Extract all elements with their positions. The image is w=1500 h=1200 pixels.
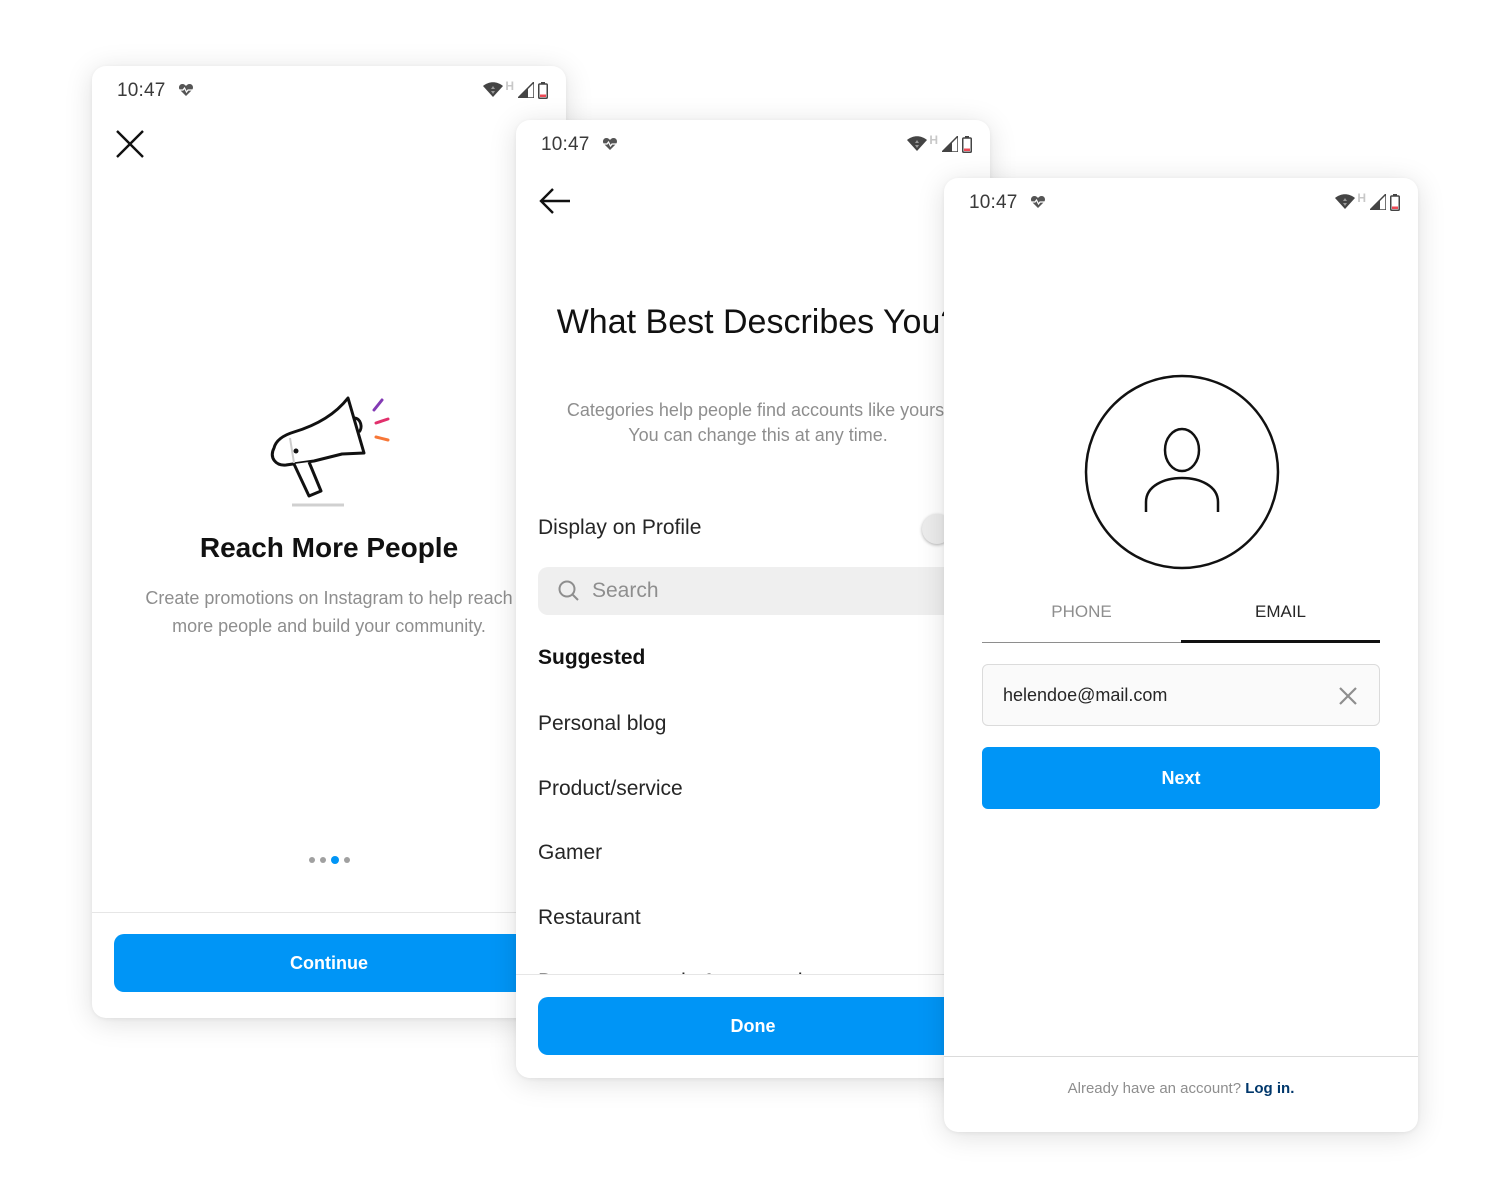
- signal-icon: [942, 136, 958, 152]
- back-arrow-icon[interactable]: [538, 186, 572, 216]
- screen-title: Reach More People: [199, 532, 459, 563]
- signup-method-tabs: PHONE EMAIL: [982, 588, 1380, 643]
- network-type-label: H: [1357, 191, 1366, 205]
- divider: [92, 912, 566, 913]
- display-on-profile-row: Display on Profile: [538, 514, 968, 544]
- category-item[interactable]: Personal blog: [538, 690, 968, 755]
- battery-icon: [962, 135, 972, 153]
- display-on-profile-label: Display on Profile: [538, 516, 702, 539]
- divider: [944, 1056, 1418, 1057]
- heart-rate-icon: [178, 84, 194, 96]
- screen-category-select: 10:47 H What Best Describes You? Categor…: [516, 120, 990, 1078]
- heart-rate-icon: [1030, 196, 1046, 208]
- wifi-icon: [1335, 194, 1356, 209]
- megaphone-icon: [270, 396, 390, 507]
- category-search[interactable]: [538, 567, 978, 615]
- subtitle-line: You can change this at any time.: [628, 425, 888, 445]
- login-link[interactable]: Log in.: [1245, 1080, 1294, 1097]
- heart-rate-icon: [602, 138, 618, 150]
- subtitle-line: Categories help people find accounts lik…: [566, 400, 950, 420]
- close-icon[interactable]: [114, 128, 146, 160]
- page-dot: [319, 857, 326, 863]
- screen-description: Create promotions on Instagram to help r…: [145, 588, 513, 636]
- page-indicator: [92, 856, 566, 864]
- screen-signup-email: 10:47 H PHONE EMAIL Next Already have an…: [944, 178, 1418, 1132]
- screen-reach-more-people: 10:47 H Reach More People Create promoti…: [92, 66, 566, 1018]
- tab-phone[interactable]: PHONE: [982, 588, 1181, 643]
- wifi-icon: [483, 82, 504, 97]
- page-dot: [308, 857, 315, 863]
- profile-placeholder-icon: [1084, 374, 1280, 570]
- category-item[interactable]: Restaurant: [538, 884, 968, 949]
- email-field[interactable]: [982, 664, 1380, 726]
- network-type-label: H: [929, 133, 938, 147]
- email-input[interactable]: [983, 684, 1313, 706]
- status-time: 10:47: [541, 134, 590, 155]
- done-button[interactable]: Done: [538, 997, 968, 1055]
- status-time: 10:47: [969, 192, 1018, 213]
- screen-title: What Best Describes You?: [556, 303, 960, 341]
- status-bar: 10:47 H: [516, 120, 990, 170]
- battery-icon: [1390, 193, 1400, 211]
- login-prompt-text: Already have an account?: [1067, 1080, 1242, 1097]
- battery-icon: [538, 81, 548, 99]
- signal-icon: [1370, 194, 1386, 210]
- continue-button[interactable]: Continue: [114, 934, 544, 992]
- tab-email[interactable]: EMAIL: [1181, 588, 1380, 643]
- screen-subtitle: Categories help people find accounts lik…: [536, 398, 980, 448]
- login-prompt: Already have an account? Log in.: [944, 1080, 1418, 1097]
- clear-icon[interactable]: [1337, 685, 1359, 707]
- section-heading: Suggested: [538, 646, 646, 669]
- search-input[interactable]: [592, 579, 892, 603]
- page-dot: [343, 857, 350, 863]
- status-bar: 10:47 H: [92, 66, 566, 116]
- page-dot-active: [330, 856, 339, 864]
- signal-icon: [518, 82, 534, 98]
- wifi-icon: [907, 136, 928, 151]
- network-type-label: H: [505, 79, 514, 93]
- status-bar: 10:47 H: [944, 178, 1418, 228]
- next-button[interactable]: Next: [982, 747, 1380, 809]
- category-item[interactable]: Product/service: [538, 755, 968, 820]
- category-item[interactable]: Gamer: [538, 819, 968, 884]
- status-time: 10:47: [117, 80, 166, 101]
- search-icon: [558, 580, 579, 601]
- category-list: Personal blog Product/service Gamer Rest…: [538, 690, 968, 1013]
